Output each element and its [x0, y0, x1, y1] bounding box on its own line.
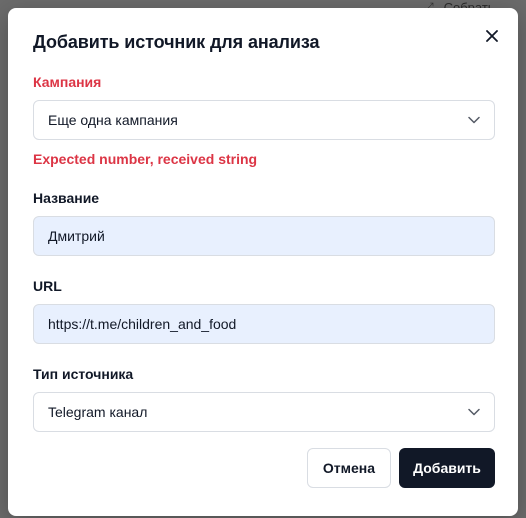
- name-input[interactable]: [48, 228, 480, 244]
- add-button[interactable]: Добавить: [399, 448, 495, 488]
- campaign-select[interactable]: Еще одна кампания: [33, 100, 495, 140]
- dialog-title: Добавить источник для анализа: [33, 32, 320, 52]
- campaign-select-value: Еще одна кампания: [48, 112, 178, 128]
- cancel-button[interactable]: Отмена: [307, 448, 391, 488]
- source-type-label: Тип источника: [33, 366, 134, 382]
- url-label: URL: [33, 278, 62, 294]
- source-type-select[interactable]: Telegram канал: [33, 392, 495, 432]
- close-icon: [486, 30, 498, 42]
- source-type-select-value: Telegram канал: [48, 404, 148, 420]
- campaign-error-message: Expected number, received string: [33, 151, 258, 167]
- close-button[interactable]: [482, 26, 502, 46]
- url-field-wrapper: [33, 304, 495, 344]
- url-input[interactable]: [48, 316, 480, 332]
- name-field-wrapper: [33, 216, 495, 256]
- campaign-label: Кампания: [33, 74, 102, 90]
- chevron-down-icon: [468, 408, 480, 416]
- add-source-dialog: Добавить источник для анализа Кампания Е…: [8, 8, 518, 516]
- chevron-down-icon: [468, 116, 480, 124]
- name-label: Название: [33, 190, 100, 206]
